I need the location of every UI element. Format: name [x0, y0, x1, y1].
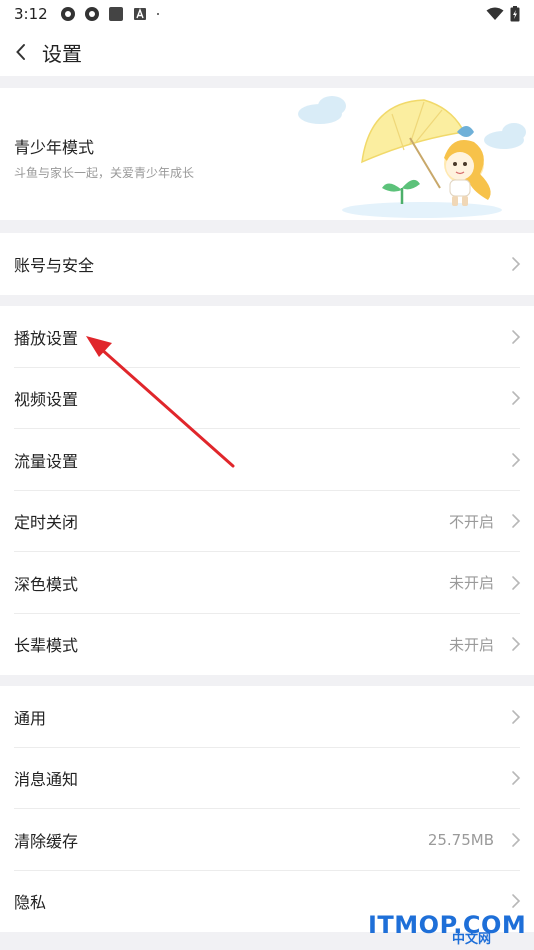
row-value: 未开启: [448, 635, 494, 654]
status-bar: 3:12: [0, 0, 534, 28]
row-label: 消息通知: [14, 770, 79, 790]
row-data-settings[interactable]: 流量设置: [0, 429, 534, 491]
square-app-icon: [108, 7, 123, 21]
status-right-icons: [486, 6, 520, 22]
settings-group-playback: 播放设置 视频设置 流量设置 定时关闭 不开启 深色模式 未开启 长辈模式 未开…: [0, 306, 534, 675]
settings-group-account: 账号与安全: [0, 233, 534, 295]
row-value: 不开启: [448, 512, 494, 531]
page-title: 设置: [42, 41, 82, 66]
row-clear-cache[interactable]: 清除缓存 25.75MB: [0, 809, 534, 871]
row-label: 定时关闭: [14, 513, 79, 533]
youth-mode-title: 青少年模式: [14, 138, 95, 157]
wifi-icon: [486, 7, 504, 20]
chevron-right-icon: [512, 256, 521, 271]
chevron-left-icon: [16, 44, 25, 60]
row-label: 隐私: [14, 893, 47, 913]
row-elder-mode[interactable]: 长辈模式 未开启: [0, 614, 534, 676]
row-label: 视频设置: [14, 390, 79, 410]
row-label: 账号与安全: [14, 255, 95, 275]
row-video-settings[interactable]: 视频设置: [0, 368, 534, 429]
watermark-sub: 中文网: [452, 932, 492, 947]
row-playback-settings[interactable]: 播放设置: [0, 306, 534, 368]
aperture-icon: [84, 7, 99, 21]
aperture-icon: [60, 7, 75, 21]
chevron-right-icon: [512, 391, 521, 406]
row-label: 深色模式: [14, 574, 79, 594]
watermark-logo: ITMOP.COM: [368, 911, 527, 939]
battery-icon: [510, 6, 520, 22]
status-time: 3:12: [14, 5, 48, 23]
chevron-right-icon: [512, 894, 521, 909]
row-label: 清除缓存: [14, 831, 79, 851]
row-notifications[interactable]: 消息通知: [0, 748, 534, 809]
settings-group-general: 通用 消息通知 清除缓存 25.75MB 隐私: [0, 686, 534, 932]
row-sleep-timer[interactable]: 定时关闭 不开启: [0, 491, 534, 552]
app-bar: 设置: [0, 28, 534, 76]
chevron-right-icon: [512, 452, 521, 467]
row-label: 流量设置: [14, 451, 79, 471]
back-button[interactable]: [0, 28, 42, 76]
chevron-right-icon: [512, 514, 521, 529]
youth-mode-card[interactable]: 青少年模式 斗鱼与家长一起，关爱青少年成长: [0, 88, 534, 220]
youth-mode-illustration: [298, 96, 526, 218]
chevron-right-icon: [512, 709, 521, 724]
chevron-right-icon: [512, 832, 521, 847]
row-label: 通用: [14, 708, 47, 728]
row-label: 长辈模式: [14, 636, 79, 656]
row-value: 未开启: [448, 574, 494, 593]
row-account-security[interactable]: 账号与安全: [0, 233, 534, 295]
chevron-right-icon: [512, 575, 521, 590]
youth-mode-subtitle: 斗鱼与家长一起，关爱青少年成长: [14, 166, 195, 180]
dot-icon: [156, 13, 159, 15]
row-general[interactable]: 通用: [0, 686, 534, 748]
row-dark-mode[interactable]: 深色模式 未开启: [0, 552, 534, 614]
chevron-right-icon: [512, 329, 521, 344]
row-value: 25.75MB: [427, 830, 494, 849]
chevron-right-icon: [512, 637, 521, 652]
chevron-right-icon: [512, 771, 521, 786]
row-label: 播放设置: [14, 328, 79, 348]
font-a-icon: [133, 8, 146, 20]
